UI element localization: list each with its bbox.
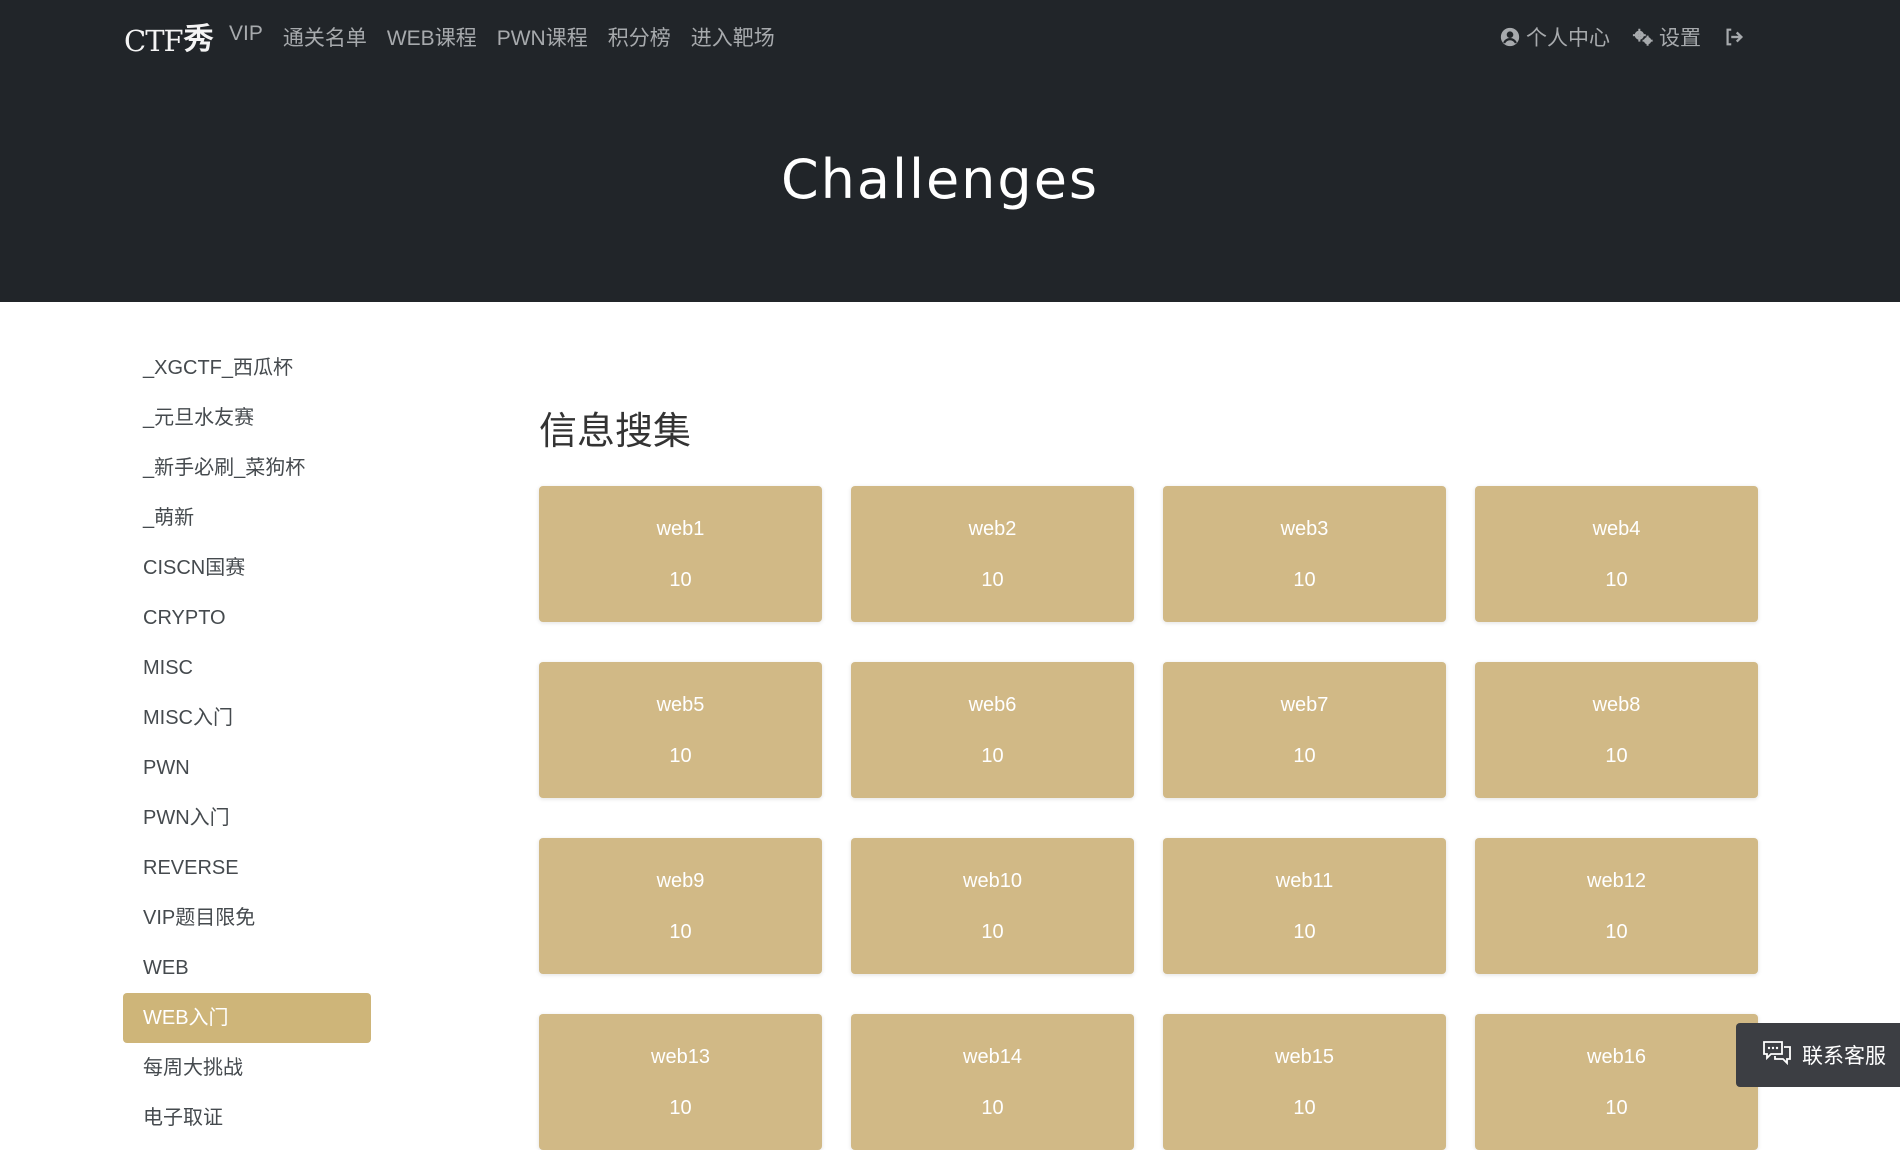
challenge-name: web8 [1592, 694, 1641, 716]
challenge-name: web14 [963, 1046, 1022, 1068]
challenge-name: web3 [1280, 518, 1329, 540]
challenge-points: 10 [669, 921, 692, 943]
challenge-name: web4 [1592, 518, 1641, 540]
sidebar-item-misc[interactable]: MISC [123, 643, 371, 693]
challenge-points: 10 [981, 921, 1004, 943]
page-header: CTF 秀 VIP 通关名单 WEB课程 PWN课程 积分榜 进入靶场 个人中心… [0, 0, 1900, 302]
logout-button[interactable] [1723, 26, 1745, 48]
challenge-points: 10 [1293, 569, 1316, 591]
profile-link[interactable]: 个人中心 [1499, 22, 1610, 52]
challenge-card[interactable]: web5 10 [539, 662, 822, 798]
challenge-name: web5 [656, 694, 705, 716]
gears-icon [1632, 26, 1654, 48]
category-sidebar: _XGCTF_西瓜杯 _元旦水友赛 _新手必刷_菜狗杯 _萌新 CISCN国赛 … [123, 343, 371, 1143]
challenge-name: web2 [968, 518, 1017, 540]
nav-link-pass-list[interactable]: 通关名单 [283, 22, 367, 52]
challenge-points: 10 [1605, 1097, 1628, 1119]
sidebar-item-mengxin[interactable]: _萌新 [123, 493, 371, 543]
challenge-card[interactable]: web6 10 [851, 662, 1134, 798]
chat-bubbles-icon [1762, 1039, 1792, 1071]
settings-label: 设置 [1659, 27, 1701, 50]
challenge-points: 10 [981, 745, 1004, 767]
page-title: Challenges [780, 148, 1100, 211]
challenge-points: 10 [981, 569, 1004, 591]
challenge-points: 10 [669, 745, 692, 767]
challenge-card[interactable]: web13 10 [539, 1014, 822, 1150]
profile-label: 个人中心 [1526, 27, 1610, 50]
nav-right: 个人中心 设置 [1499, 22, 1745, 52]
challenge-name: web6 [968, 694, 1017, 716]
challenge-card[interactable]: web2 10 [851, 486, 1134, 622]
challenge-card[interactable]: web10 10 [851, 838, 1134, 974]
user-circle-icon [1499, 26, 1521, 48]
challenge-points: 10 [669, 1097, 692, 1119]
challenge-name: web16 [1587, 1046, 1646, 1068]
challenge-points: 10 [1605, 569, 1628, 591]
sidebar-item-pwn[interactable]: PWN [123, 743, 371, 793]
challenge-name: web13 [651, 1046, 710, 1068]
challenge-card[interactable]: web8 10 [1475, 662, 1758, 798]
contact-support-button[interactable]: 联系客服 [1736, 1023, 1900, 1087]
challenge-points: 10 [669, 569, 692, 591]
challenge-card[interactable]: web11 10 [1163, 838, 1446, 974]
challenge-card[interactable]: web4 10 [1475, 486, 1758, 622]
sidebar-item-vip-free[interactable]: VIP题目限免 [123, 893, 371, 943]
logo-mark: 秀 [183, 22, 214, 57]
sidebar-item-new-year[interactable]: _元旦水友赛 [123, 393, 371, 443]
sidebar-item-newbie-cup[interactable]: _新手必刷_菜狗杯 [123, 443, 371, 493]
site-logo[interactable]: CTF 秀 [124, 18, 214, 58]
sign-out-icon [1723, 26, 1745, 48]
sidebar-item-reverse[interactable]: REVERSE [123, 843, 371, 893]
challenge-grid: web1 10 web2 10 web3 10 web4 10 web5 10 web6 1… [539, 486, 1758, 1150]
challenge-name: web7 [1280, 694, 1329, 716]
contact-support-label: 联系客服 [1802, 1045, 1886, 1068]
challenge-points: 10 [1293, 1097, 1316, 1119]
challenge-card[interactable]: web15 10 [1163, 1014, 1446, 1150]
nav-links: VIP 通关名单 WEB课程 PWN课程 积分榜 进入靶场 [229, 22, 775, 52]
challenge-name: web12 [1587, 870, 1646, 892]
challenge-card[interactable]: web3 10 [1163, 486, 1446, 622]
challenge-points: 10 [1605, 745, 1628, 767]
challenge-points: 10 [1605, 921, 1628, 943]
settings-link[interactable]: 设置 [1632, 22, 1701, 52]
challenge-card[interactable]: web9 10 [539, 838, 822, 974]
nav-link-enter-range[interactable]: 进入靶场 [691, 22, 775, 52]
challenge-card[interactable]: web7 10 [1163, 662, 1446, 798]
nav-link-scoreboard[interactable]: 积分榜 [608, 22, 671, 52]
nav-link-pwn-course[interactable]: PWN课程 [497, 22, 588, 52]
sidebar-item-forensics[interactable]: 电子取证 [123, 1093, 371, 1143]
sidebar-item-pwn-intro[interactable]: PWN入门 [123, 793, 371, 843]
challenge-card[interactable]: web12 10 [1475, 838, 1758, 974]
challenge-card[interactable]: web1 10 [539, 486, 822, 622]
challenge-card[interactable]: web14 10 [851, 1014, 1134, 1150]
sidebar-item-crypto[interactable]: CRYPTO [123, 593, 371, 643]
nav-link-web-course[interactable]: WEB课程 [387, 22, 477, 52]
section-title: 信息搜集 [539, 411, 692, 453]
navbar: CTF 秀 VIP 通关名单 WEB课程 PWN课程 积分榜 进入靶场 个人中心… [0, 0, 1900, 72]
logo-text: CTF [124, 24, 184, 58]
sidebar-item-weekly[interactable]: 每周大挑战 [123, 1043, 371, 1093]
challenge-name: web10 [963, 870, 1022, 892]
sidebar-item-xgctf[interactable]: _XGCTF_西瓜杯 [123, 343, 371, 393]
sidebar-item-ciscn[interactable]: CISCN国赛 [123, 543, 371, 593]
challenge-card[interactable]: web16 10 [1475, 1014, 1758, 1150]
challenge-name: web1 [656, 518, 705, 540]
sidebar-item-misc-intro[interactable]: MISC入门 [123, 693, 371, 743]
challenge-name: web15 [1275, 1046, 1334, 1068]
sidebar-item-web-intro[interactable]: WEB入门 [123, 993, 371, 1043]
sidebar-item-web[interactable]: WEB [123, 943, 371, 993]
nav-link-vip[interactable]: VIP [229, 22, 263, 52]
challenge-points: 10 [1293, 921, 1316, 943]
challenge-points: 10 [1293, 745, 1316, 767]
challenge-name: web11 [1275, 870, 1334, 892]
challenge-points: 10 [981, 1097, 1004, 1119]
challenge-name: web9 [656, 870, 705, 892]
